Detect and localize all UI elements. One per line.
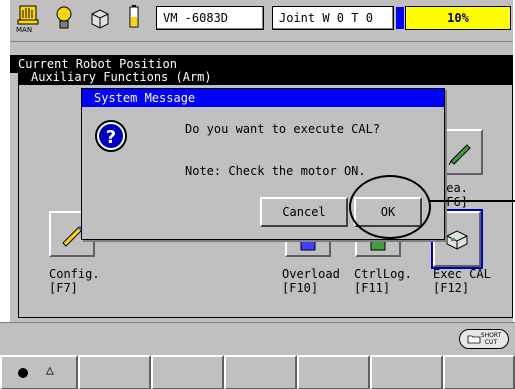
lamp-icon[interactable] [50, 4, 78, 34]
ok-highlight-circle [349, 175, 431, 239]
softkey-2[interactable] [151, 355, 224, 389]
softkey-1[interactable] [78, 355, 151, 389]
softkey-3[interactable] [224, 355, 297, 389]
log-icon [370, 239, 386, 251]
coord-label: Joint [279, 11, 316, 25]
cancel-button[interactable]: Cancel [260, 197, 348, 227]
callout-line [430, 200, 515, 202]
folder-icon [467, 335, 481, 344]
shortcut-label-1: SHORT [480, 332, 502, 339]
shortcut-button[interactable]: SHORT CUT [459, 329, 509, 349]
overload-icon [300, 239, 316, 251]
config-label: Config. [F7] [49, 267, 100, 295]
cube-icon[interactable] [86, 4, 114, 34]
manual-mode-icon[interactable]: MAN [14, 4, 42, 34]
battery-icon[interactable] [120, 4, 148, 34]
mode-label: MAN [16, 26, 33, 34]
softkey-6[interactable] [443, 355, 515, 389]
softkey-5[interactable] [370, 355, 443, 389]
speed-indicator[interactable]: 10% [396, 6, 511, 30]
coordinate-field: Joint W 0 T 0 [272, 6, 394, 30]
overload-label: Overload [F10] [282, 267, 340, 295]
softkey-0[interactable]: △ [0, 355, 78, 389]
question-icon: ? [95, 120, 127, 152]
record-dot-icon [18, 368, 28, 378]
triangle-up-icon: △ [46, 363, 54, 378]
tool-work-flags: W 0 T 0 [322, 11, 373, 25]
status-bar: MAN VM -6083D Joint W 0 T 0 10% [10, 0, 513, 42]
robot-model-field: VM -6083D [156, 6, 264, 30]
shortcut-label-2: CUT [484, 339, 498, 346]
svg-text:?: ? [106, 127, 116, 148]
dialog-note: Note: Check the motor ON. [185, 164, 366, 178]
dialog-title: System Message [82, 89, 444, 107]
bottom-area: SHORT CUT △ [0, 322, 515, 389]
calibration-icon [446, 230, 468, 250]
softkey-row: △ [0, 355, 515, 389]
pen-icon [448, 144, 471, 165]
dialog-question: Do you want to execute CAL? [185, 122, 381, 136]
panel-title: Auxiliary Functions (Arm) [19, 69, 512, 85]
ctrllog-label: CtrlLog. [F11] [354, 267, 412, 295]
softkey-4[interactable] [297, 355, 370, 389]
exec-cal-label: Exec CAL [F12] [433, 267, 491, 295]
